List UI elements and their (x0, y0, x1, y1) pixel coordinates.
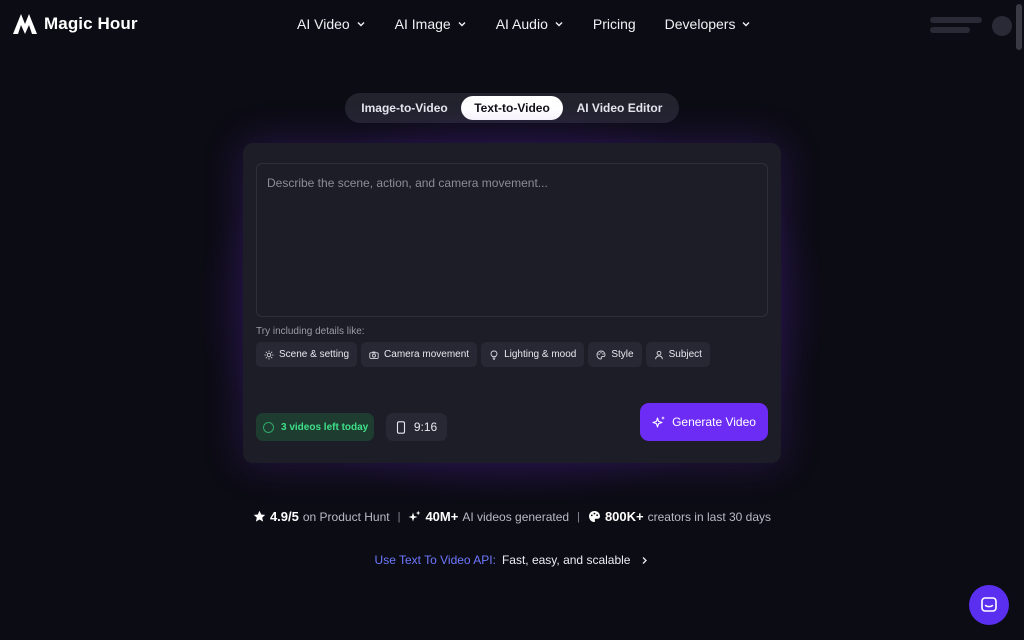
suggestion-chips: Scene & setting Camera movement Lighting… (256, 342, 710, 367)
chip-label: Lighting & mood (504, 349, 577, 360)
nav-ai-video[interactable]: AI Video (297, 16, 366, 32)
prompt-placeholder: Describe the scene, action, and camera m… (267, 176, 548, 190)
skeleton-bar (930, 27, 970, 33)
sparkles-icon (408, 510, 421, 522)
scrollbar-thumb[interactable] (1016, 4, 1022, 50)
chevron-right-icon (643, 556, 648, 564)
api-link-label[interactable]: Use Text To Video API: (375, 553, 496, 567)
chip-style[interactable]: Style (588, 342, 642, 367)
page-scrollbar[interactable] (1014, 0, 1024, 640)
stat-rating: 4.9/5 on Product Hunt (253, 509, 390, 524)
stat-text: creators in last 30 days (647, 509, 772, 524)
chat-icon (981, 597, 997, 612)
chip-label: Subject (668, 349, 702, 360)
generate-label: Generate Video (672, 415, 756, 429)
api-promo-link[interactable]: Use Text To Video API: Fast, easy, and s… (0, 553, 1024, 567)
separator: | (397, 510, 401, 523)
avatar[interactable] (992, 16, 1012, 36)
user-icon (654, 350, 663, 359)
palette-icon (596, 350, 606, 359)
brand-name: Magic Hour (44, 14, 138, 33)
sun-icon (264, 350, 274, 359)
api-description: Fast, easy, and scalable (501, 553, 631, 567)
sparkles-icon (652, 416, 666, 428)
main-nav: AI Video AI Image AI Audio Pricing Devel… (297, 16, 780, 32)
chevron-down-icon (742, 22, 750, 27)
chevron-down-icon (555, 22, 563, 27)
social-proof-stats: 4.9/5 on Product Hunt | 40M+ AI videos g… (0, 509, 1024, 524)
support-chat-button[interactable] (969, 585, 1009, 625)
quota-badge: 3 videos left today (256, 413, 374, 441)
quota-text: 3 videos left today (281, 421, 369, 433)
stat-text: AI videos generated (462, 509, 570, 524)
nav-developers[interactable]: Developers (665, 16, 752, 32)
progress-ring-icon (263, 421, 274, 433)
aspect-ratio-value: 9:16 (413, 420, 438, 434)
chevron-down-icon (357, 22, 365, 27)
chip-label: Camera movement (384, 349, 470, 360)
top-header: Magic Hour AI Video AI Image AI Audio Pr… (0, 0, 1024, 50)
star-icon (253, 510, 266, 522)
nav-label: AI Audio (495, 16, 548, 32)
palette-icon (588, 511, 600, 522)
stat-value: 4.9/5 (269, 509, 299, 524)
nav-pricing[interactable]: Pricing (593, 16, 636, 32)
prompt-card: Describe the scene, action, and camera m… (243, 143, 781, 463)
hint-label: Try including details like: (256, 326, 365, 337)
chevron-down-icon (458, 22, 466, 27)
nav-ai-image[interactable]: AI Image (395, 16, 467, 32)
nav-label: AI Video (297, 16, 350, 32)
chip-camera-movement[interactable]: Camera movement (361, 342, 478, 367)
stat-value: 40M+ (425, 509, 459, 524)
chip-subject[interactable]: Subject (645, 342, 710, 367)
nav-ai-audio[interactable]: AI Audio (496, 16, 564, 32)
nav-label: Pricing (592, 16, 636, 32)
phone-portrait-icon (396, 420, 405, 434)
prompt-textarea[interactable]: Describe the scene, action, and camera m… (256, 163, 768, 317)
camera-icon (369, 351, 379, 359)
stat-videos: 40M+ AI videos generated (408, 509, 569, 524)
brand-logo[interactable]: Magic Hour (12, 12, 138, 36)
nav-label: AI Image (394, 16, 451, 32)
chip-label: Scene & setting (279, 349, 350, 360)
generate-video-button[interactable]: Generate Video (640, 403, 768, 441)
skeleton-bar (930, 17, 982, 23)
account-placeholder[interactable] (930, 16, 1012, 36)
stat-value: 800K+ (604, 509, 644, 524)
stat-text: on Product Hunt (302, 509, 390, 524)
aspect-ratio-selector[interactable]: 9:16 (386, 413, 447, 441)
lightbulb-icon (490, 350, 498, 360)
separator: | (577, 510, 580, 523)
chip-label: Style (611, 349, 634, 360)
nav-label: Developers (664, 16, 736, 32)
chip-scene-setting[interactable]: Scene & setting (256, 342, 358, 367)
chip-lighting-mood[interactable]: Lighting & mood (481, 342, 585, 367)
stat-creators: 800K+ creators in last 30 days (588, 509, 771, 524)
magic-hour-logo-icon (13, 14, 37, 34)
